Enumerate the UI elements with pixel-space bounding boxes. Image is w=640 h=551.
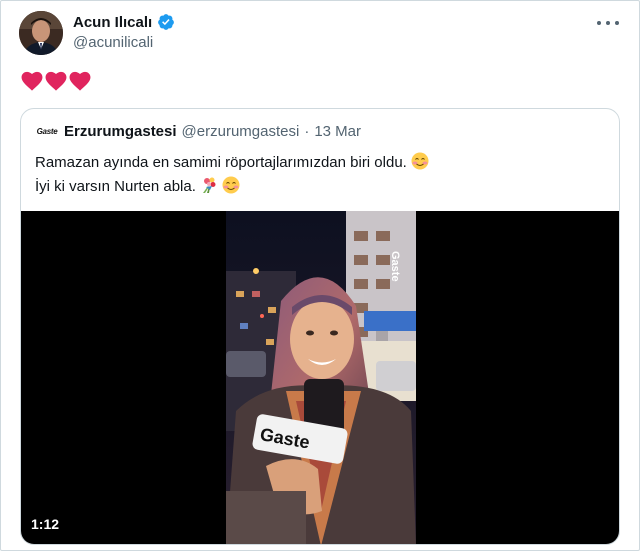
video-thumbnail: Gaste Gaste [226,211,416,544]
video-frame[interactable]: Gaste Gaste [226,211,416,544]
quoted-line-1-text: Ramazan ayında en samimi röportajlarımız… [35,154,407,171]
quoted-line-2-text: İyi ki varsın Nurten abla. [35,178,196,195]
building-sign-text: Gaste [389,251,401,282]
quoted-text-line-1: Ramazan ayında en samimi röportajlarımız… [35,151,429,175]
quoted-text-line-2: İyi ki varsın Nurten abla. [35,175,429,199]
heart-emoji-icon [21,71,43,91]
quoted-avatar-logo[interactable]: Gaste [35,125,59,139]
tweet-text [21,71,91,91]
hearts-row [21,71,91,91]
quoted-display-name[interactable]: Erzurumgastesi [64,123,177,140]
author-display-name[interactable]: Acun Ilıcalı [73,14,152,31]
avatar-image [19,11,63,55]
author-avatar[interactable] [19,11,63,55]
heart-emoji-icon [69,71,91,91]
quoted-separator: · [304,123,310,140]
quoted-handle[interactable]: @erzurumgastesi [182,123,300,140]
video-duration: 1:12 [31,516,60,532]
smiling-face-emoji-icon [411,152,429,170]
author-info: Acun Ilıcalı @acunilicali [73,13,175,51]
video-player[interactable]: Gaste Gaste 1:12 [21,211,619,544]
tweet-card[interactable]: Acun Ilıcalı @acunilicali Gaste Erzurumg… [0,0,640,551]
quoted-date[interactable]: 13 Mar [314,123,361,140]
bouquet-emoji-icon [203,177,216,193]
more-options-icon[interactable] [597,15,619,31]
smiling-face-emoji-icon [222,176,240,194]
quoted-tweet[interactable]: Gaste Erzurumgastesi @erzurumgastesi · 1… [20,108,620,545]
heart-emoji-icon [45,71,67,91]
quoted-tweet-text: Ramazan ayında en samimi röportajlarımız… [35,151,429,199]
quoted-tweet-header: Gaste Erzurumgastesi @erzurumgastesi · 1… [35,123,361,140]
author-handle[interactable]: @acunilicali [73,34,175,51]
verified-badge-icon[interactable] [157,13,175,31]
